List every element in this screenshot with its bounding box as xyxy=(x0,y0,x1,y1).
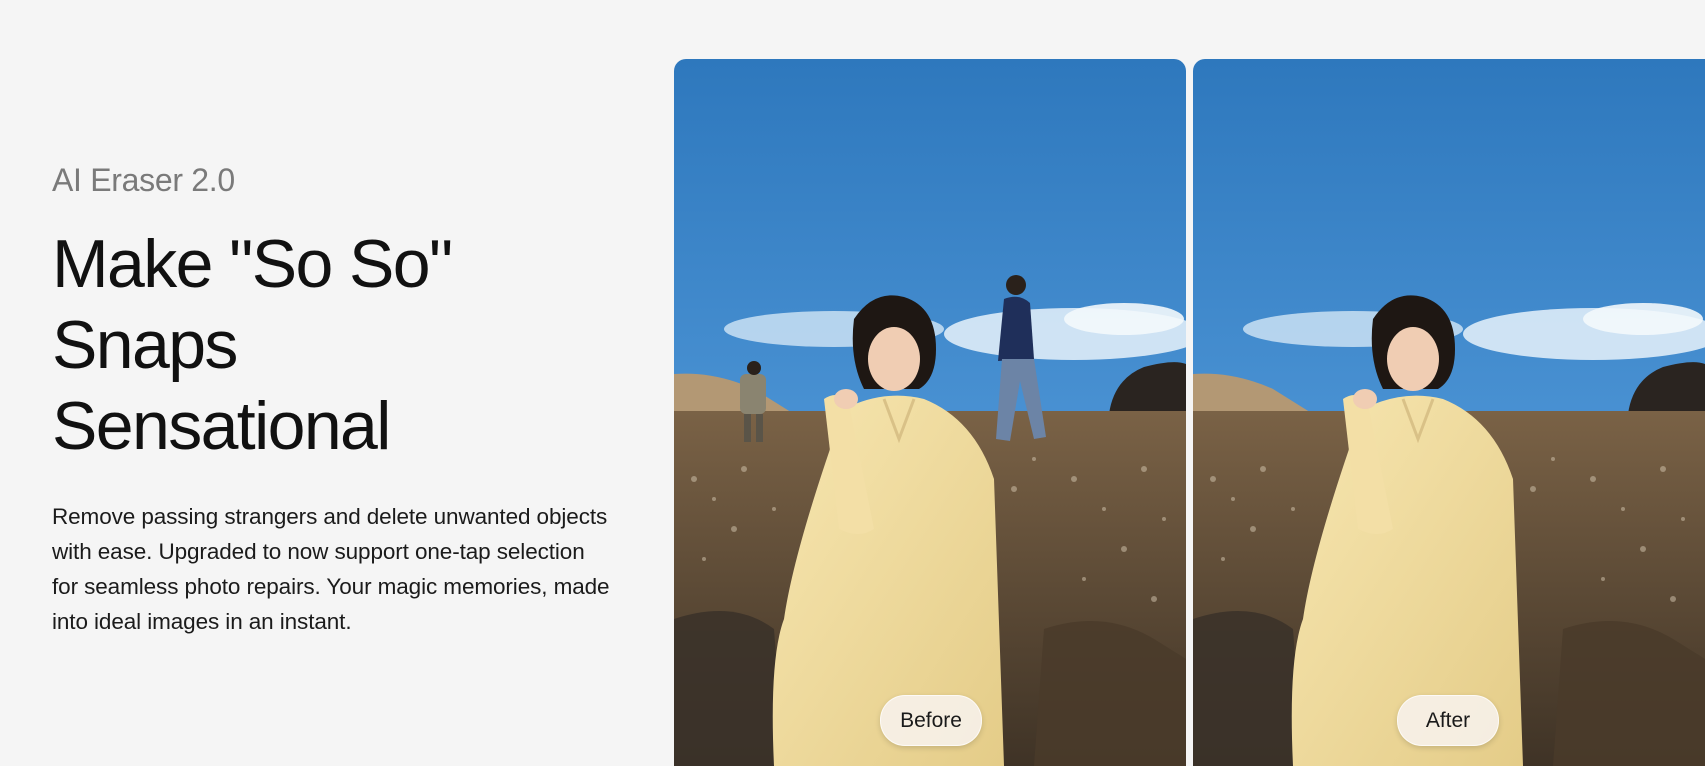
hero-headline: Make "So So" Snaps Sensational xyxy=(52,224,612,467)
hero-description: Remove passing strangers and delete unwa… xyxy=(52,504,610,634)
before-photo xyxy=(674,59,1186,766)
feature-eyebrow: AI Eraser 2.0 xyxy=(52,162,235,198)
after-image-panel: After xyxy=(1193,59,1705,766)
headline-line-2: Snaps xyxy=(52,307,238,383)
after-label-pill: After xyxy=(1397,695,1499,746)
hero-copy: AI Eraser 2.0 Make "So So" Snaps Sensati… xyxy=(52,160,612,639)
headline-line-3: Sensational xyxy=(52,388,391,464)
before-label-pill: Before xyxy=(880,695,982,746)
before-image-panel: Before xyxy=(674,59,1186,766)
after-photo xyxy=(1193,59,1705,766)
headline-line-1: Make "So So" xyxy=(52,226,453,302)
